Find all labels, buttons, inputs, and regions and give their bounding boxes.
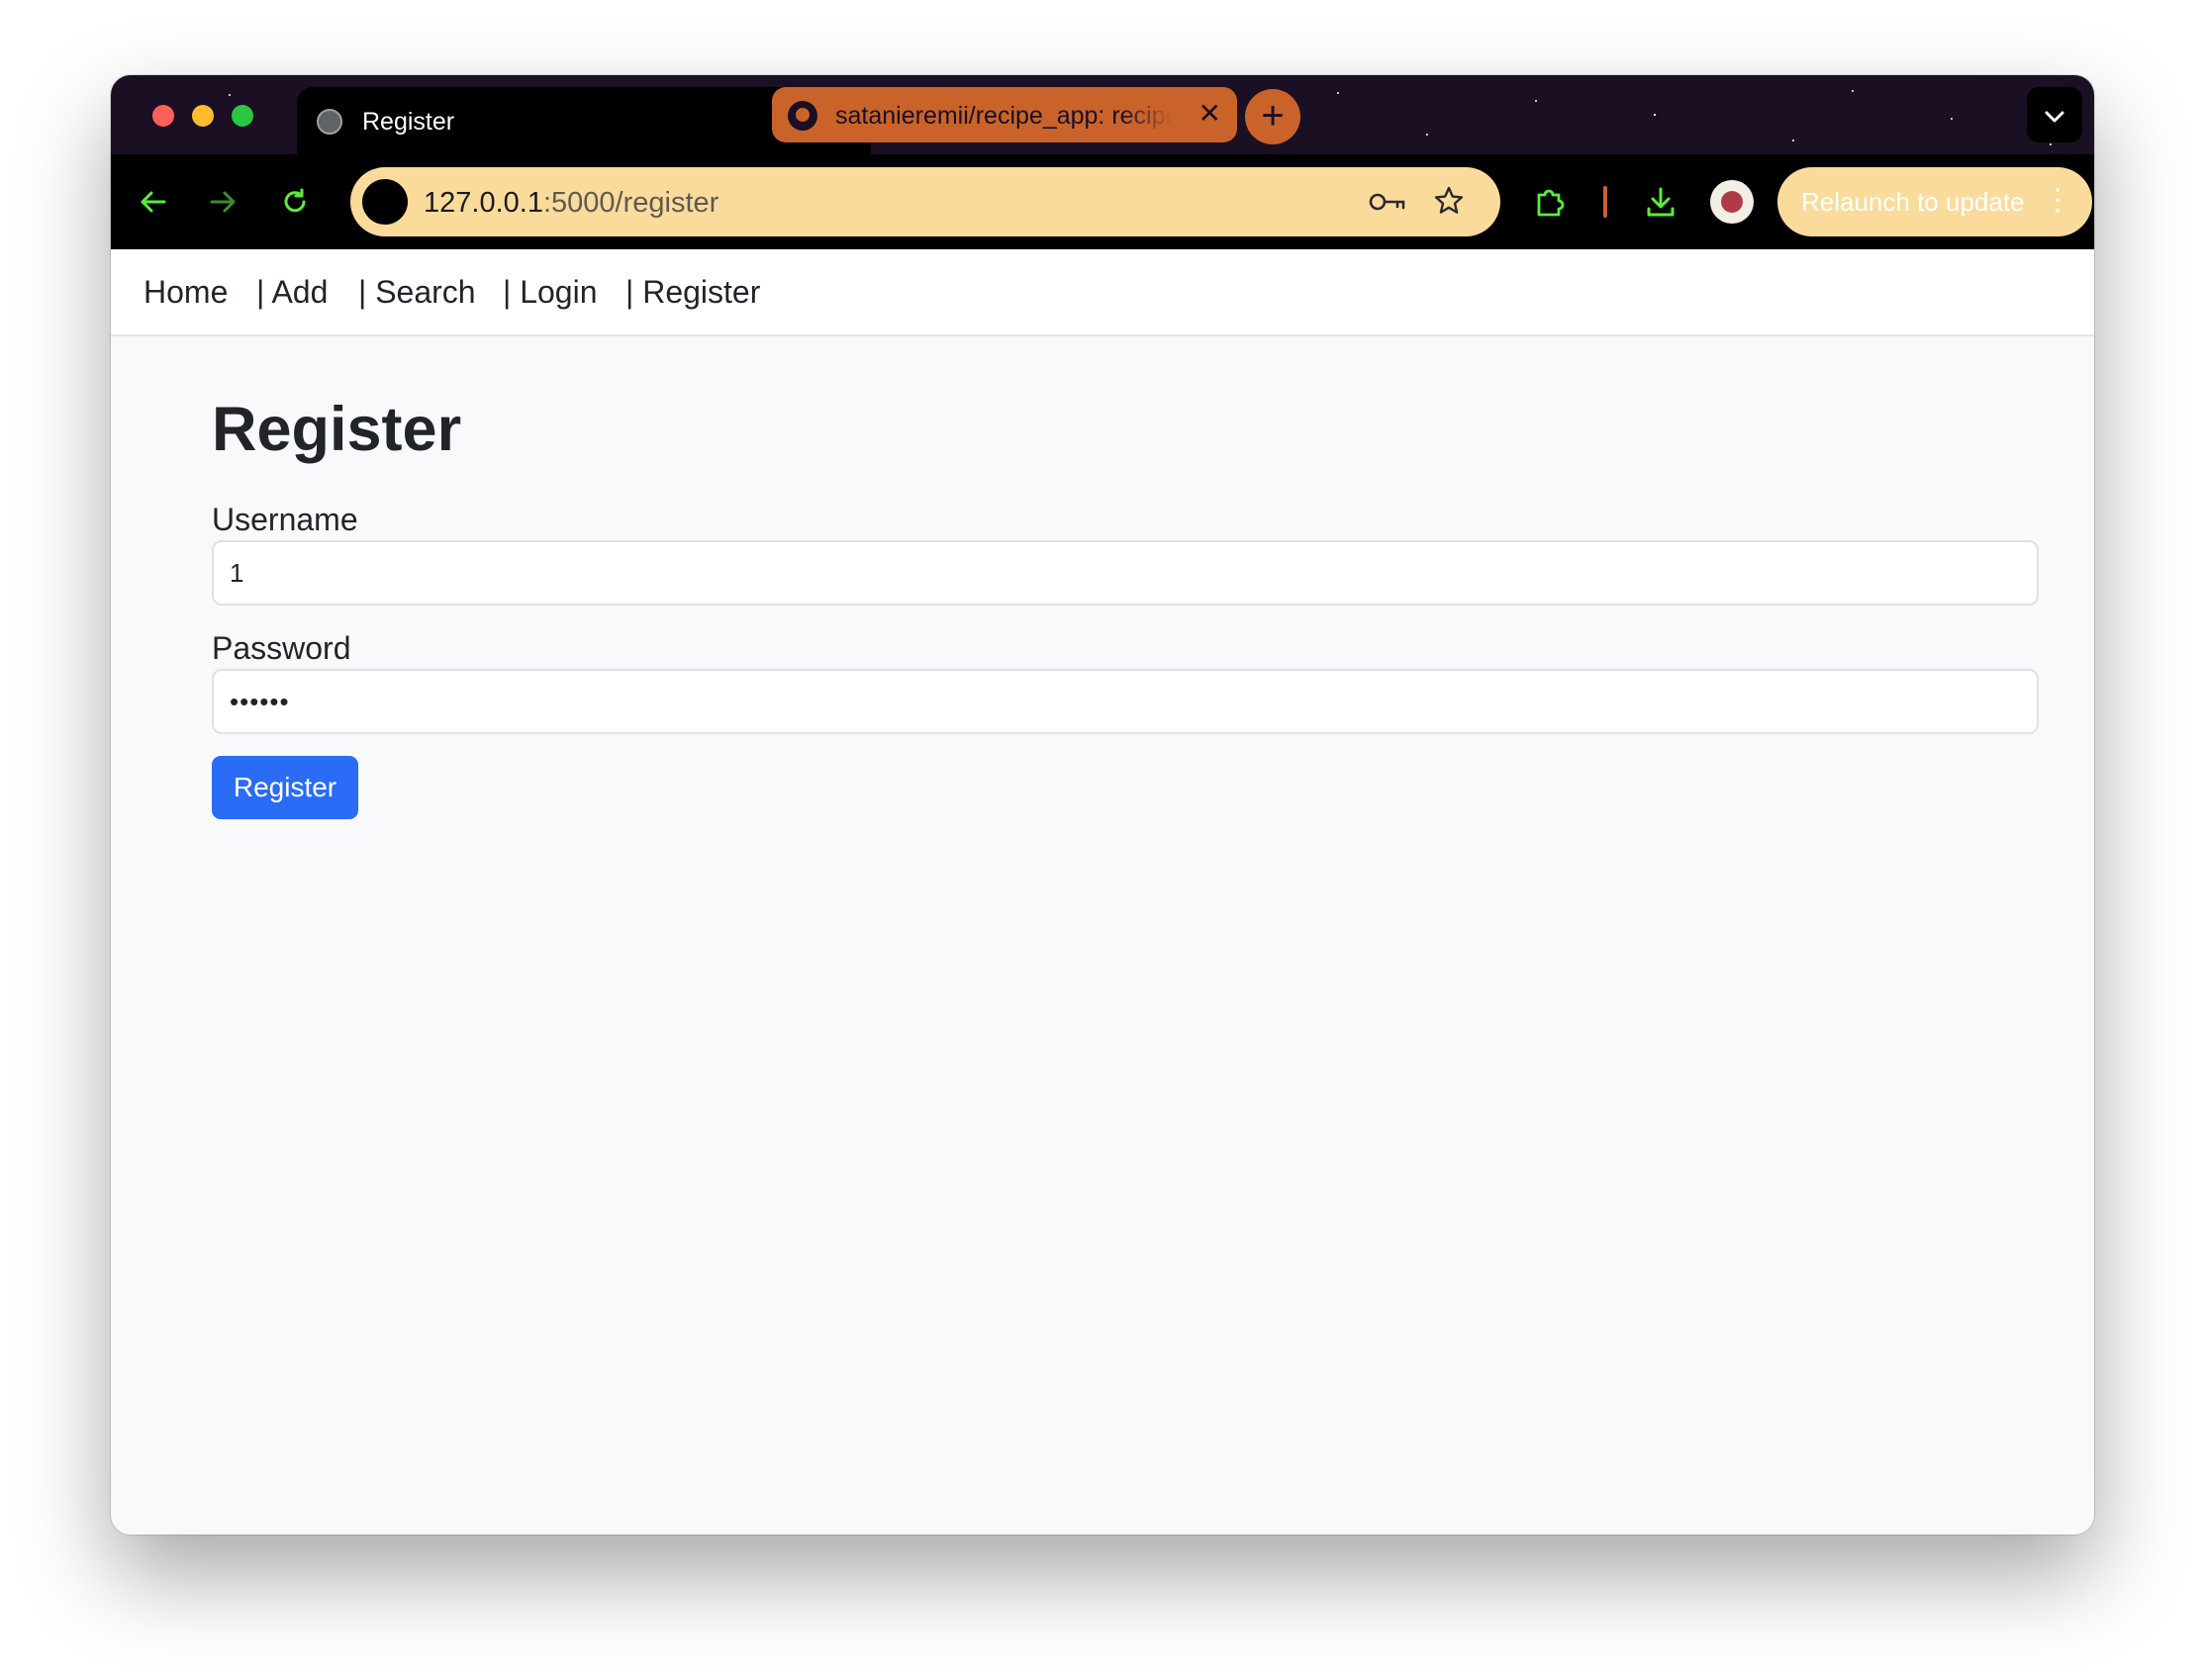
page-content: Home | Add | Search | Login | Register R… — [111, 249, 2094, 1535]
url-path: :5000/register — [542, 187, 719, 219]
github-icon — [788, 101, 817, 131]
nav-link-register[interactable]: | Register — [625, 273, 760, 311]
key-icon[interactable] — [1368, 183, 1407, 221]
tab-github-recipe-app[interactable]: satanieremii/recipe_app: recipe ✕ — [772, 87, 1237, 142]
nav-link-login[interactable]: | Login — [503, 273, 598, 311]
register-button[interactable]: Register — [212, 756, 358, 819]
toolbar-divider — [1603, 186, 1607, 218]
nav-link-home[interactable]: Home — [144, 273, 228, 311]
close-tab-icon[interactable]: ✕ — [1198, 96, 1221, 132]
relaunch-to-update-button[interactable]: Relaunch to update ⋮ — [1777, 167, 2092, 236]
profile-avatar[interactable] — [1710, 180, 1754, 224]
site-info-icon[interactable] — [362, 179, 408, 225]
site-navbar: Home | Add | Search | Login | Register — [111, 249, 2094, 336]
password-label: Password — [212, 630, 351, 666]
tab-title: satanieremii/recipe_app: recipe — [835, 102, 1172, 130]
username-input[interactable] — [212, 540, 2039, 606]
url-text[interactable]: 127.0.0.1:5000/register — [424, 186, 718, 220]
username-label: Username — [212, 502, 358, 537]
forward-arrow-icon[interactable] — [198, 176, 249, 228]
maximize-window-button[interactable] — [232, 105, 253, 127]
reload-icon[interactable] — [269, 176, 321, 228]
star-icon[interactable] — [1429, 181, 1469, 221]
relaunch-label: Relaunch to update — [1801, 187, 2025, 217]
download-icon[interactable] — [1639, 178, 1682, 226]
address-bar[interactable]: 127.0.0.1:5000/register — [350, 167, 1500, 236]
nav-link-add[interactable]: | Add — [256, 273, 328, 311]
tab-strip: Register ✕ satanieremii/recipe_app: reci… — [111, 75, 2094, 154]
tab-title: Register — [362, 108, 455, 136]
page-title: Register — [212, 395, 462, 464]
browser-toolbar: 127.0.0.1:5000/register Relaunch to upda… — [111, 154, 2094, 249]
back-arrow-icon[interactable] — [127, 176, 178, 228]
tab-search-chevron-icon[interactable] — [2027, 87, 2082, 142]
new-tab-button[interactable]: + — [1245, 89, 1300, 144]
close-window-button[interactable] — [152, 105, 174, 127]
browser-window: Register ✕ satanieremii/recipe_app: reci… — [111, 75, 2094, 1535]
url-host: 127.0.0.1 — [424, 187, 543, 219]
globe-icon — [317, 109, 342, 135]
minimize-window-button[interactable] — [192, 105, 214, 127]
kebab-menu-icon[interactable]: ⋮ — [2043, 182, 2072, 220]
puzzle-icon[interactable] — [1528, 178, 1572, 226]
password-input[interactable] — [212, 669, 2039, 734]
nav-link-search[interactable]: | Search — [358, 273, 476, 311]
